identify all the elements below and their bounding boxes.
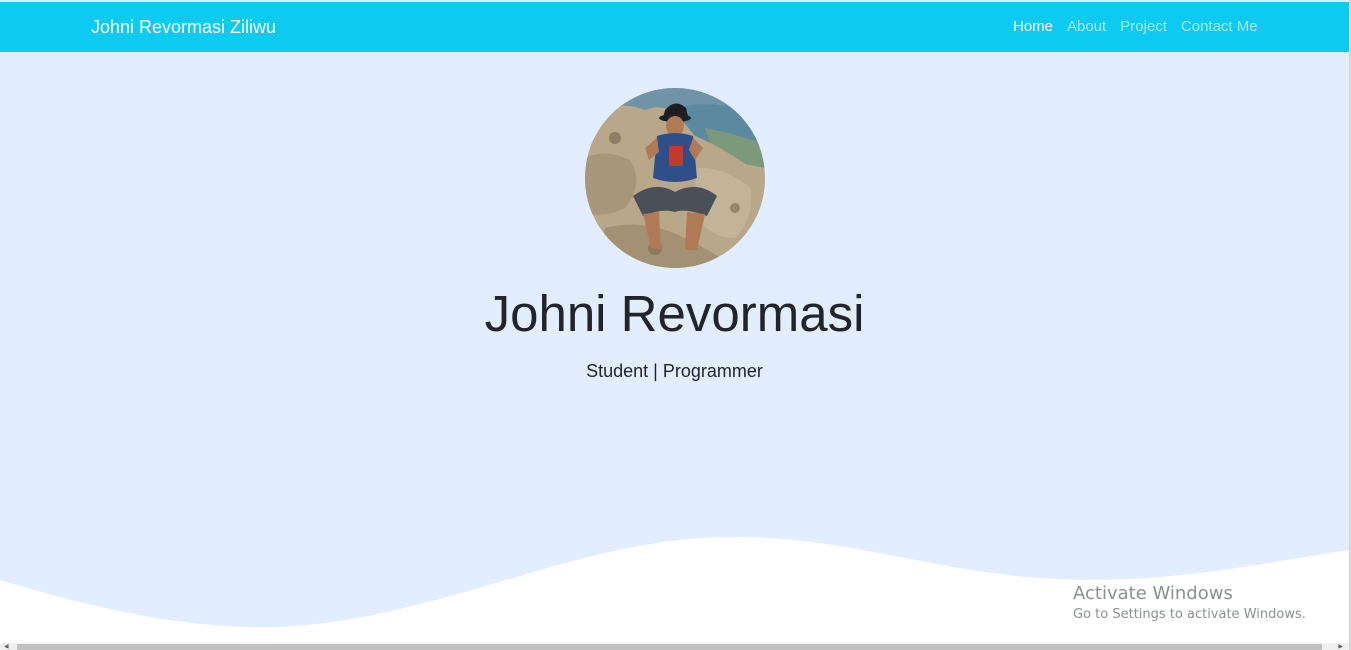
watermark-subtitle: Go to Settings to activate Windows.: [1073, 607, 1306, 622]
nav-link-home[interactable]: Home: [1006, 18, 1060, 36]
scrollbar-thumb[interactable]: [17, 644, 1322, 650]
navbar: Johni Revormasi Ziliwu Home About Projec…: [0, 2, 1349, 52]
nav-links: Home About Project Contact Me: [1006, 18, 1265, 36]
navbar-brand[interactable]: Johni Revormasi Ziliwu: [91, 17, 276, 37]
wave-divider: [0, 536, 1349, 644]
hero-name: Johni Revormasi: [484, 285, 865, 342]
nav-link-project[interactable]: Project: [1113, 18, 1174, 36]
scroll-right-icon[interactable]: ▶: [1338, 644, 1343, 650]
hero-subtitle: Student | Programmer: [586, 361, 763, 381]
horizontal-scrollbar[interactable]: ◀ ▶: [0, 643, 1349, 650]
nav-link-about[interactable]: About: [1060, 18, 1113, 36]
nav-link-contact[interactable]: Contact Me: [1174, 18, 1265, 36]
page: Johni Revormasi Ziliwu Home About Projec…: [0, 0, 1351, 650]
watermark-title: Activate Windows: [1073, 583, 1233, 604]
profile-avatar: [585, 88, 765, 268]
activate-windows-watermark: Activate Windows Go to Settings to activ…: [1073, 583, 1306, 624]
scroll-left-icon[interactable]: ◀: [4, 644, 9, 650]
profile-photo-icon: [585, 88, 765, 268]
